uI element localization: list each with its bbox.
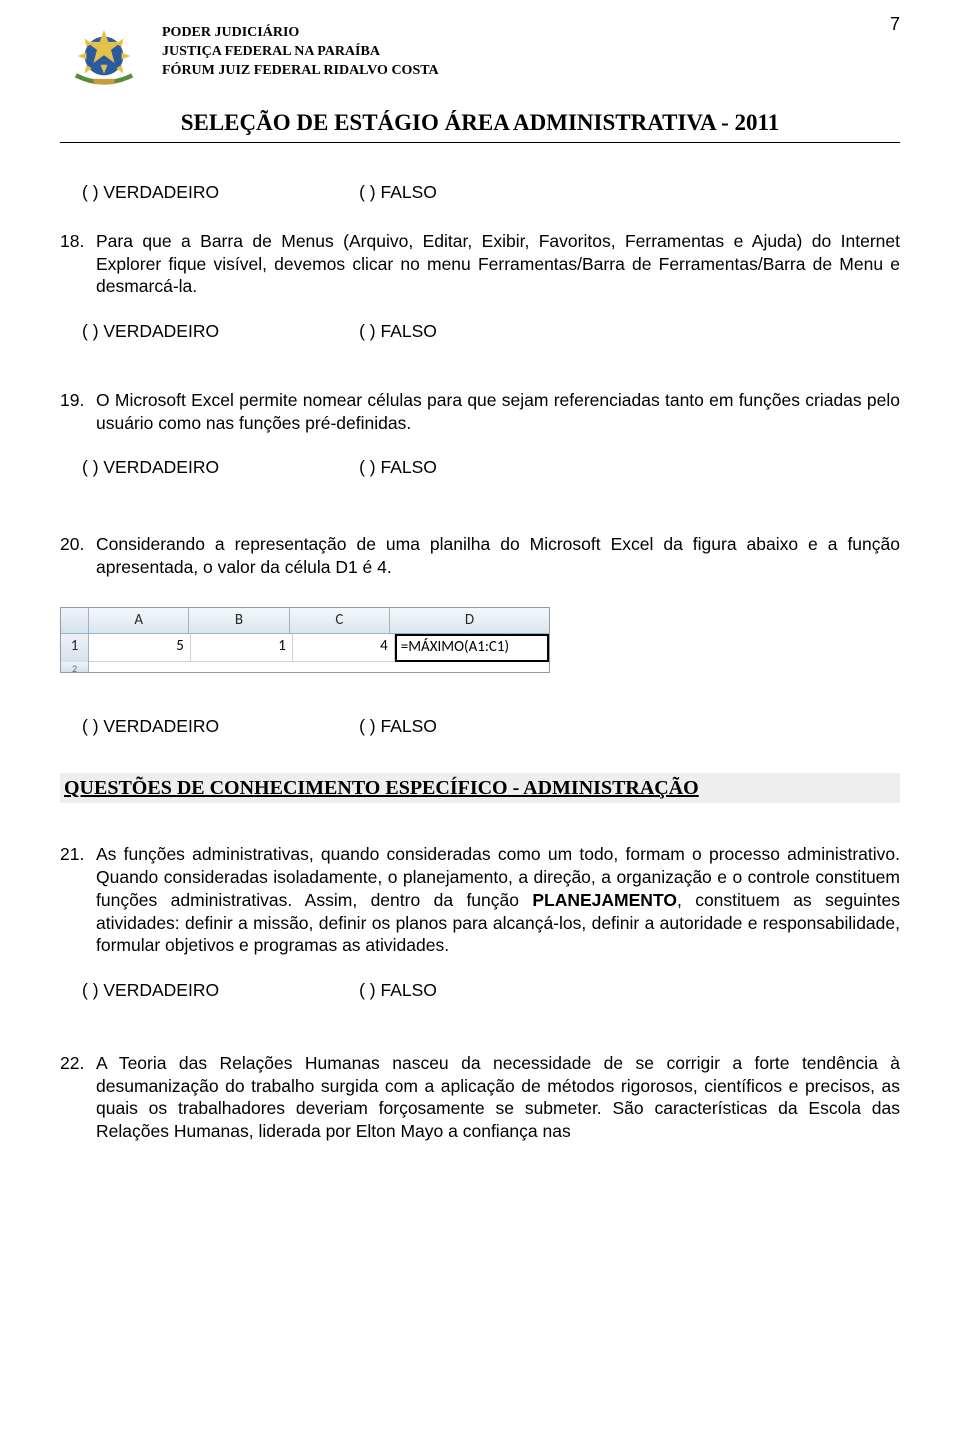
option-verdadeiro[interactable]: ( ) VERDADEIRO [82, 456, 219, 479]
question-text: Para que a Barra de Menus (Arquivo, Edit… [96, 230, 900, 298]
excel-row-1: 1 [61, 634, 89, 662]
section-heading: QUESTÕES DE CONHECIMENTO ESPECÍFICO - AD… [60, 773, 900, 803]
header-org-text: PODER JUDICIÁRIO JUSTIÇA FEDERAL NA PARA… [162, 20, 439, 81]
question-22: 22. A Teoria das Relações Humanas nasceu… [60, 1052, 900, 1143]
option-falso[interactable]: ( ) FALSO [359, 456, 437, 479]
option-falso[interactable]: ( ) FALSO [359, 979, 437, 1002]
question-number: 21. [60, 843, 96, 957]
question-text: O Microsoft Excel permite nomear células… [96, 389, 900, 435]
excel-figure: A B C D 1 5 1 4 =MÁXIMO(A1:C1) 2 [60, 607, 550, 673]
question-text: Considerando a representação de uma plan… [96, 533, 900, 579]
excel-col-b: B [189, 608, 289, 634]
excel-col-a: A [89, 608, 189, 634]
question-text: A Teoria das Relações Humanas nasceu da … [96, 1052, 900, 1143]
excel-row-2: 2 [61, 662, 89, 672]
tf-row-19: ( ) VERDADEIRO ( ) FALSO [60, 456, 900, 479]
document-header: PODER JUDICIÁRIO JUSTIÇA FEDERAL NA PARA… [60, 20, 900, 92]
excel-cell-c1: 4 [293, 634, 395, 662]
national-crest-icon [60, 20, 148, 92]
option-verdadeiro[interactable]: ( ) VERDADEIRO [82, 320, 219, 343]
option-verdadeiro[interactable]: ( ) VERDADEIRO [82, 181, 219, 204]
question-number: 18. [60, 230, 96, 298]
question-number: 22. [60, 1052, 96, 1143]
excel-cell-b1: 1 [191, 634, 293, 662]
tf-row-18: ( ) VERDADEIRO ( ) FALSO [60, 320, 900, 343]
page-number: 7 [890, 14, 900, 35]
option-verdadeiro[interactable]: ( ) VERDADEIRO [82, 979, 219, 1002]
excel-col-c: C [290, 608, 390, 634]
option-falso[interactable]: ( ) FALSO [359, 715, 437, 738]
option-falso[interactable]: ( ) FALSO [359, 181, 437, 204]
excel-cell-a1: 5 [89, 634, 191, 662]
header-line-3: FÓRUM JUIZ FEDERAL RIDALVO COSTA [162, 62, 439, 81]
question-number: 19. [60, 389, 96, 435]
question-18: 18. Para que a Barra de Menus (Arquivo, … [60, 230, 900, 343]
tf-row-20: ( ) VERDADEIRO ( ) FALSO [60, 715, 900, 738]
tf-row-prev: ( ) VERDADEIRO ( ) FALSO [60, 181, 900, 204]
question-text: As funções administrativas, quando consi… [96, 843, 900, 957]
option-falso[interactable]: ( ) FALSO [359, 320, 437, 343]
header-line-1: PODER JUDICIÁRIO [162, 24, 439, 43]
option-verdadeiro[interactable]: ( ) VERDADEIRO [82, 715, 219, 738]
q21-bold: PLANEJAMENTO [532, 890, 677, 910]
header-line-2: JUSTIÇA FEDERAL NA PARAÍBA [162, 43, 439, 62]
tf-row-21: ( ) VERDADEIRO ( ) FALSO [60, 979, 900, 1002]
question-number: 20. [60, 533, 96, 579]
excel-corner [61, 608, 89, 634]
question-20: 20. Considerando a representação de uma … [60, 533, 900, 737]
question-21: 21. As funções administrativas, quando c… [60, 843, 900, 1002]
question-19: 19. O Microsoft Excel permite nomear cél… [60, 389, 900, 479]
excel-cell-d1: =MÁXIMO(A1:C1) [395, 634, 549, 662]
excel-col-d: D [390, 608, 549, 634]
page-title: SELEÇÃO DE ESTÁGIO ÁREA ADMINISTRATIVA -… [60, 110, 900, 143]
